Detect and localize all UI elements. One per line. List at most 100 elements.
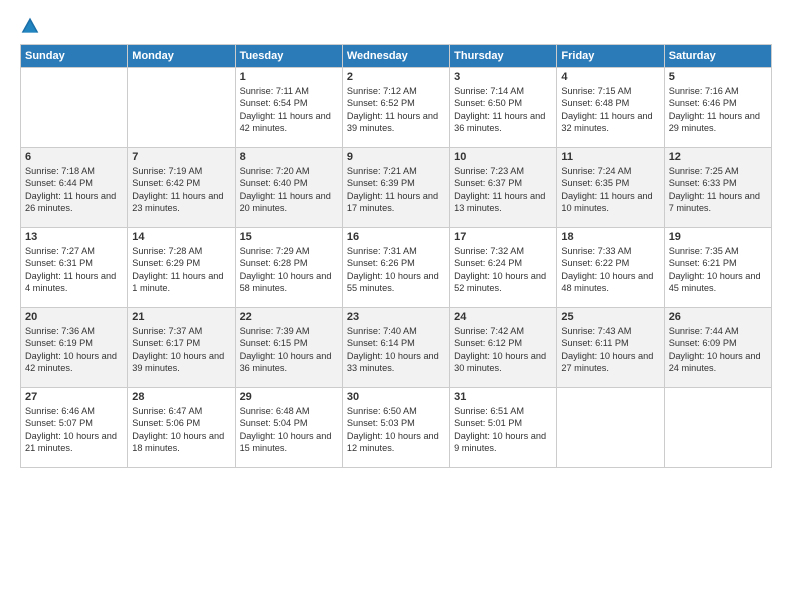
calendar-cell: 11 Sunrise: 7:24 AMSunset: 6:35 PMDayligh… bbox=[557, 148, 664, 228]
day-header-saturday: Saturday bbox=[664, 45, 771, 68]
calendar-cell: 27 Sunrise: 6:46 AMSunset: 5:07 PMDayligh… bbox=[21, 388, 128, 468]
logo-icon bbox=[20, 16, 40, 36]
day-info: Sunrise: 7:28 AMSunset: 6:29 PMDaylight:… bbox=[132, 245, 230, 295]
day-number: 19 bbox=[669, 231, 767, 243]
day-number: 16 bbox=[347, 231, 445, 243]
calendar-cell: 23 Sunrise: 7:40 AMSunset: 6:14 PMDayligh… bbox=[342, 308, 449, 388]
day-info: Sunrise: 7:20 AMSunset: 6:40 PMDaylight:… bbox=[240, 165, 338, 215]
calendar-cell: 20Sunrise: 7:36 AMSunset: 6:19 PMDayligh… bbox=[21, 308, 128, 388]
day-info: Sunrise: 7:33 AMSunset: 6:22 PMDaylight:… bbox=[561, 245, 659, 295]
calendar-header-row: SundayMondayTuesdayWednesdayThursdayFrid… bbox=[21, 45, 772, 68]
day-number: 21 bbox=[132, 311, 230, 323]
calendar-table: SundayMondayTuesdayWednesdayThursdayFrid… bbox=[20, 44, 772, 468]
calendar-cell: 12 Sunrise: 7:25 AMSunset: 6:33 PMDayligh… bbox=[664, 148, 771, 228]
calendar-cell: 21 Sunrise: 7:37 AMSunset: 6:17 PMDayligh… bbox=[128, 308, 235, 388]
day-number: 30 bbox=[347, 391, 445, 403]
calendar-cell: 3Sunrise: 7:14 AMSunset: 6:50 PMDaylight… bbox=[450, 68, 557, 148]
day-info: Sunrise: 7:29 AMSunset: 6:28 PMDaylight:… bbox=[240, 245, 338, 295]
logo bbox=[20, 16, 44, 36]
day-info: Sunrise: 7:43 AMSunset: 6:11 PMDaylight:… bbox=[561, 325, 659, 375]
day-number: 23 bbox=[347, 311, 445, 323]
calendar-cell: 14 Sunrise: 7:28 AMSunset: 6:29 PMDayligh… bbox=[128, 228, 235, 308]
day-info: Sunrise: 7:21 AMSunset: 6:39 PMDaylight:… bbox=[347, 165, 445, 215]
day-info: Sunrise: 7:16 AMSunset: 6:46 PMDaylight:… bbox=[669, 85, 767, 135]
day-number: 22 bbox=[240, 311, 338, 323]
day-number: 1 bbox=[240, 71, 338, 83]
calendar-cell: 2Sunrise: 7:12 AMSunset: 6:52 PMDaylight… bbox=[342, 68, 449, 148]
day-info: Sunrise: 7:23 AMSunset: 6:37 PMDaylight:… bbox=[454, 165, 552, 215]
day-header-tuesday: Tuesday bbox=[235, 45, 342, 68]
day-info: Sunrise: 7:18 AMSunset: 6:44 PMDaylight:… bbox=[25, 165, 123, 215]
calendar-week-row: 13 Sunrise: 7:27 AMSunset: 6:31 PMDayligh… bbox=[21, 228, 772, 308]
day-info: Sunrise: 7:11 AMSunset: 6:54 PMDaylight:… bbox=[240, 85, 338, 135]
calendar-cell: 5 Sunrise: 7:16 AMSunset: 6:46 PMDaylight… bbox=[664, 68, 771, 148]
day-header-monday: Monday bbox=[128, 45, 235, 68]
day-info: Sunrise: 6:46 AMSunset: 5:07 PMDaylight:… bbox=[25, 405, 123, 455]
day-number: 18 bbox=[561, 231, 659, 243]
day-number: 10 bbox=[454, 151, 552, 163]
day-number: 20 bbox=[25, 311, 123, 323]
page-header bbox=[20, 16, 772, 36]
calendar-cell: 7 Sunrise: 7:19 AMSunset: 6:42 PMDaylight… bbox=[128, 148, 235, 228]
day-number: 24 bbox=[454, 311, 552, 323]
calendar-cell bbox=[557, 388, 664, 468]
day-info: Sunrise: 7:19 AMSunset: 6:42 PMDaylight:… bbox=[132, 165, 230, 215]
day-number: 14 bbox=[132, 231, 230, 243]
calendar-cell: 1 Sunrise: 7:11 AMSunset: 6:54 PMDaylight… bbox=[235, 68, 342, 148]
day-number: 26 bbox=[669, 311, 767, 323]
day-info: Sunrise: 7:37 AMSunset: 6:17 PMDaylight:… bbox=[132, 325, 230, 375]
calendar-cell: 4Sunrise: 7:15 AMSunset: 6:48 PMDaylight… bbox=[557, 68, 664, 148]
day-number: 8 bbox=[240, 151, 338, 163]
calendar-cell: 26 Sunrise: 7:44 AMSunset: 6:09 PMDayligh… bbox=[664, 308, 771, 388]
day-info: Sunrise: 7:24 AMSunset: 6:35 PMDaylight:… bbox=[561, 165, 659, 215]
day-info: Sunrise: 7:44 AMSunset: 6:09 PMDaylight:… bbox=[669, 325, 767, 375]
day-header-wednesday: Wednesday bbox=[342, 45, 449, 68]
day-info: Sunrise: 6:51 AMSunset: 5:01 PMDaylight:… bbox=[454, 405, 552, 455]
day-number: 11 bbox=[561, 151, 659, 163]
calendar-cell: 6 Sunrise: 7:18 AMSunset: 6:44 PMDaylight… bbox=[21, 148, 128, 228]
day-info: Sunrise: 7:27 AMSunset: 6:31 PMDaylight:… bbox=[25, 245, 123, 295]
calendar-week-row: 20Sunrise: 7:36 AMSunset: 6:19 PMDayligh… bbox=[21, 308, 772, 388]
day-info: Sunrise: 7:39 AMSunset: 6:15 PMDaylight:… bbox=[240, 325, 338, 375]
day-info: Sunrise: 7:12 AMSunset: 6:52 PMDaylight:… bbox=[347, 85, 445, 135]
calendar-cell: 10 Sunrise: 7:23 AMSunset: 6:37 PMDayligh… bbox=[450, 148, 557, 228]
day-number: 31 bbox=[454, 391, 552, 403]
calendar-cell: 22 Sunrise: 7:39 AMSunset: 6:15 PMDayligh… bbox=[235, 308, 342, 388]
calendar-cell bbox=[128, 68, 235, 148]
calendar-cell: 31 Sunrise: 6:51 AMSunset: 5:01 PMDayligh… bbox=[450, 388, 557, 468]
day-info: Sunrise: 7:31 AMSunset: 6:26 PMDaylight:… bbox=[347, 245, 445, 295]
day-header-friday: Friday bbox=[557, 45, 664, 68]
day-number: 7 bbox=[132, 151, 230, 163]
day-info: Sunrise: 7:40 AMSunset: 6:14 PMDaylight:… bbox=[347, 325, 445, 375]
day-info: Sunrise: 7:42 AMSunset: 6:12 PMDaylight:… bbox=[454, 325, 552, 375]
calendar-cell: 17Sunrise: 7:32 AMSunset: 6:24 PMDayligh… bbox=[450, 228, 557, 308]
calendar-cell: 9Sunrise: 7:21 AMSunset: 6:39 PMDaylight… bbox=[342, 148, 449, 228]
day-number: 29 bbox=[240, 391, 338, 403]
day-info: Sunrise: 6:47 AMSunset: 5:06 PMDaylight:… bbox=[132, 405, 230, 455]
calendar-cell bbox=[664, 388, 771, 468]
calendar-cell: 19 Sunrise: 7:35 AMSunset: 6:21 PMDayligh… bbox=[664, 228, 771, 308]
calendar-cell: 25 Sunrise: 7:43 AMSunset: 6:11 PMDayligh… bbox=[557, 308, 664, 388]
calendar-cell: 18 Sunrise: 7:33 AMSunset: 6:22 PMDayligh… bbox=[557, 228, 664, 308]
day-number: 13 bbox=[25, 231, 123, 243]
calendar-week-row: 27 Sunrise: 6:46 AMSunset: 5:07 PMDayligh… bbox=[21, 388, 772, 468]
calendar-cell: 15 Sunrise: 7:29 AMSunset: 6:28 PMDayligh… bbox=[235, 228, 342, 308]
day-info: Sunrise: 7:14 AMSunset: 6:50 PMDaylight:… bbox=[454, 85, 552, 135]
day-info: Sunrise: 6:48 AMSunset: 5:04 PMDaylight:… bbox=[240, 405, 338, 455]
calendar-cell: 30Sunrise: 6:50 AMSunset: 5:03 PMDayligh… bbox=[342, 388, 449, 468]
day-number: 4 bbox=[561, 71, 659, 83]
calendar-cell: 28 Sunrise: 6:47 AMSunset: 5:06 PMDayligh… bbox=[128, 388, 235, 468]
day-info: Sunrise: 7:35 AMSunset: 6:21 PMDaylight:… bbox=[669, 245, 767, 295]
day-number: 25 bbox=[561, 311, 659, 323]
day-number: 6 bbox=[25, 151, 123, 163]
day-number: 28 bbox=[132, 391, 230, 403]
day-number: 5 bbox=[669, 71, 767, 83]
day-number: 15 bbox=[240, 231, 338, 243]
day-header-thursday: Thursday bbox=[450, 45, 557, 68]
day-info: Sunrise: 7:25 AMSunset: 6:33 PMDaylight:… bbox=[669, 165, 767, 215]
calendar-cell: 24 Sunrise: 7:42 AMSunset: 6:12 PMDayligh… bbox=[450, 308, 557, 388]
calendar-cell: 29 Sunrise: 6:48 AMSunset: 5:04 PMDayligh… bbox=[235, 388, 342, 468]
day-number: 12 bbox=[669, 151, 767, 163]
day-number: 27 bbox=[25, 391, 123, 403]
calendar-week-row: 6 Sunrise: 7:18 AMSunset: 6:44 PMDaylight… bbox=[21, 148, 772, 228]
